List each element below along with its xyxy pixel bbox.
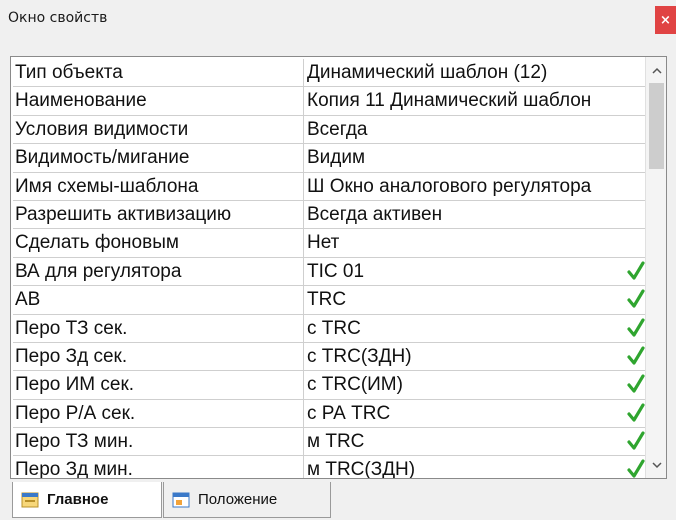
property-name: ВА для регулятора [13,257,304,286]
tab-position-label: Положение [198,491,278,508]
property-list: Тип объекта Динамический шаблон (12) Наиме… [13,59,648,478]
scroll-down-button[interactable] [646,454,666,476]
close-icon: × [660,12,671,28]
properties-icon [21,492,39,507]
property-name: Разрешить активизацию [13,200,304,229]
property-value[interactable]: с TRC [304,315,648,342]
property-row[interactable]: Перо ТЗ мин. м TRC [13,428,648,457]
property-name: Перо Зд сек. [13,342,304,371]
property-row[interactable]: Наименование Копия 11 Динамический шаблон [13,87,648,116]
property-row[interactable]: Перо Р/А сек. с РА TRC [13,399,648,429]
property-row[interactable]: Имя схемы-шаблона Ш Окно аналогового регу… [13,172,648,201]
property-name: Тип объекта [13,59,304,87]
chevron-down-icon [651,461,662,468]
property-value[interactable]: с РА TRC [304,400,648,427]
property-value[interactable]: Всегда [304,116,648,143]
property-value[interactable]: с TRC(ЗДН) [304,343,648,370]
property-value[interactable]: TRC [304,286,648,313]
property-row[interactable]: Условия видимости Всегда [13,115,648,145]
checkmark-icon [627,317,645,337]
property-value[interactable]: Нет [304,229,648,256]
property-value[interactable]: Ш Окно аналогового регулятора [304,173,648,200]
scroll-up-button[interactable] [646,59,666,81]
property-name: Сделать фоновым [13,229,304,257]
property-name: Имя схемы-шаблона [13,172,304,200]
checkmark-icon [627,346,645,365]
checkmark-icon [627,374,645,393]
checkmark-icon [627,289,645,308]
property-name: Наименование [13,87,304,115]
property-name: Перо Р/А сек. [13,399,304,428]
checkmark-icon [627,459,645,478]
position-icon [172,492,190,507]
property-row[interactable]: Тип объекта Динамический шаблон (12) [13,59,648,88]
property-row[interactable]: Перо ТЗ сек. с TRC [13,314,648,343]
property-name: Видимость/мигание [13,144,304,172]
property-row[interactable]: Видимость/мигание Видим [13,144,648,173]
property-row[interactable]: Сделать фоновым Нет [13,229,648,258]
title-bar: Окно свойств × [0,0,676,48]
property-row[interactable]: Перо Зд мин. м TRC(ЗДН) [13,456,648,478]
close-button[interactable]: × [655,6,676,34]
property-row[interactable]: Перо Зд сек. с TRC(ЗДН) [13,342,648,372]
property-grid: Тип объекта Динамический шаблон (12) Наиме… [10,56,667,479]
scroll-thumb[interactable] [649,83,664,169]
property-value[interactable]: Копия 11 Динамический шаблон [304,87,648,114]
chevron-up-icon [651,67,662,74]
property-row[interactable]: Перо ИМ сек. с TRC(ИМ) [13,371,648,400]
tab-position[interactable]: Положение [163,482,331,518]
checkmark-icon [627,261,645,280]
tab-main[interactable]: Главное [12,482,162,518]
property-name: Условия видимости [13,115,304,144]
window-title: Окно свойств [8,10,108,26]
property-value[interactable]: с TRC(ИМ) [304,371,648,398]
checkmark-icon [627,431,645,450]
property-row[interactable]: ВА для регулятора TIC 01 [13,257,648,287]
property-name: Перо ИМ сек. [13,371,304,399]
property-name: АВ [13,286,304,314]
property-name: Перо ТЗ мин. [13,428,304,456]
property-row[interactable]: АВ TRC [13,286,648,315]
property-value[interactable]: Всегда активен [304,201,648,228]
property-value[interactable]: Динамический шаблон (12) [304,59,648,86]
property-value[interactable]: TIC 01 [304,258,648,285]
tab-bar: Главное Положение [0,482,676,520]
property-value[interactable]: м TRC [304,428,648,455]
property-value[interactable]: м TRC(ЗДН) [304,456,648,478]
property-name: Перо Зд мин. [13,456,304,478]
property-name: Перо ТЗ сек. [13,314,304,342]
tab-main-label: Главное [47,491,109,508]
property-row[interactable]: Разрешить активизацию Всегда активен [13,200,648,230]
checkmark-icon [627,403,645,422]
property-value[interactable]: Видим [304,144,648,171]
vertical-scrollbar[interactable] [645,57,666,478]
